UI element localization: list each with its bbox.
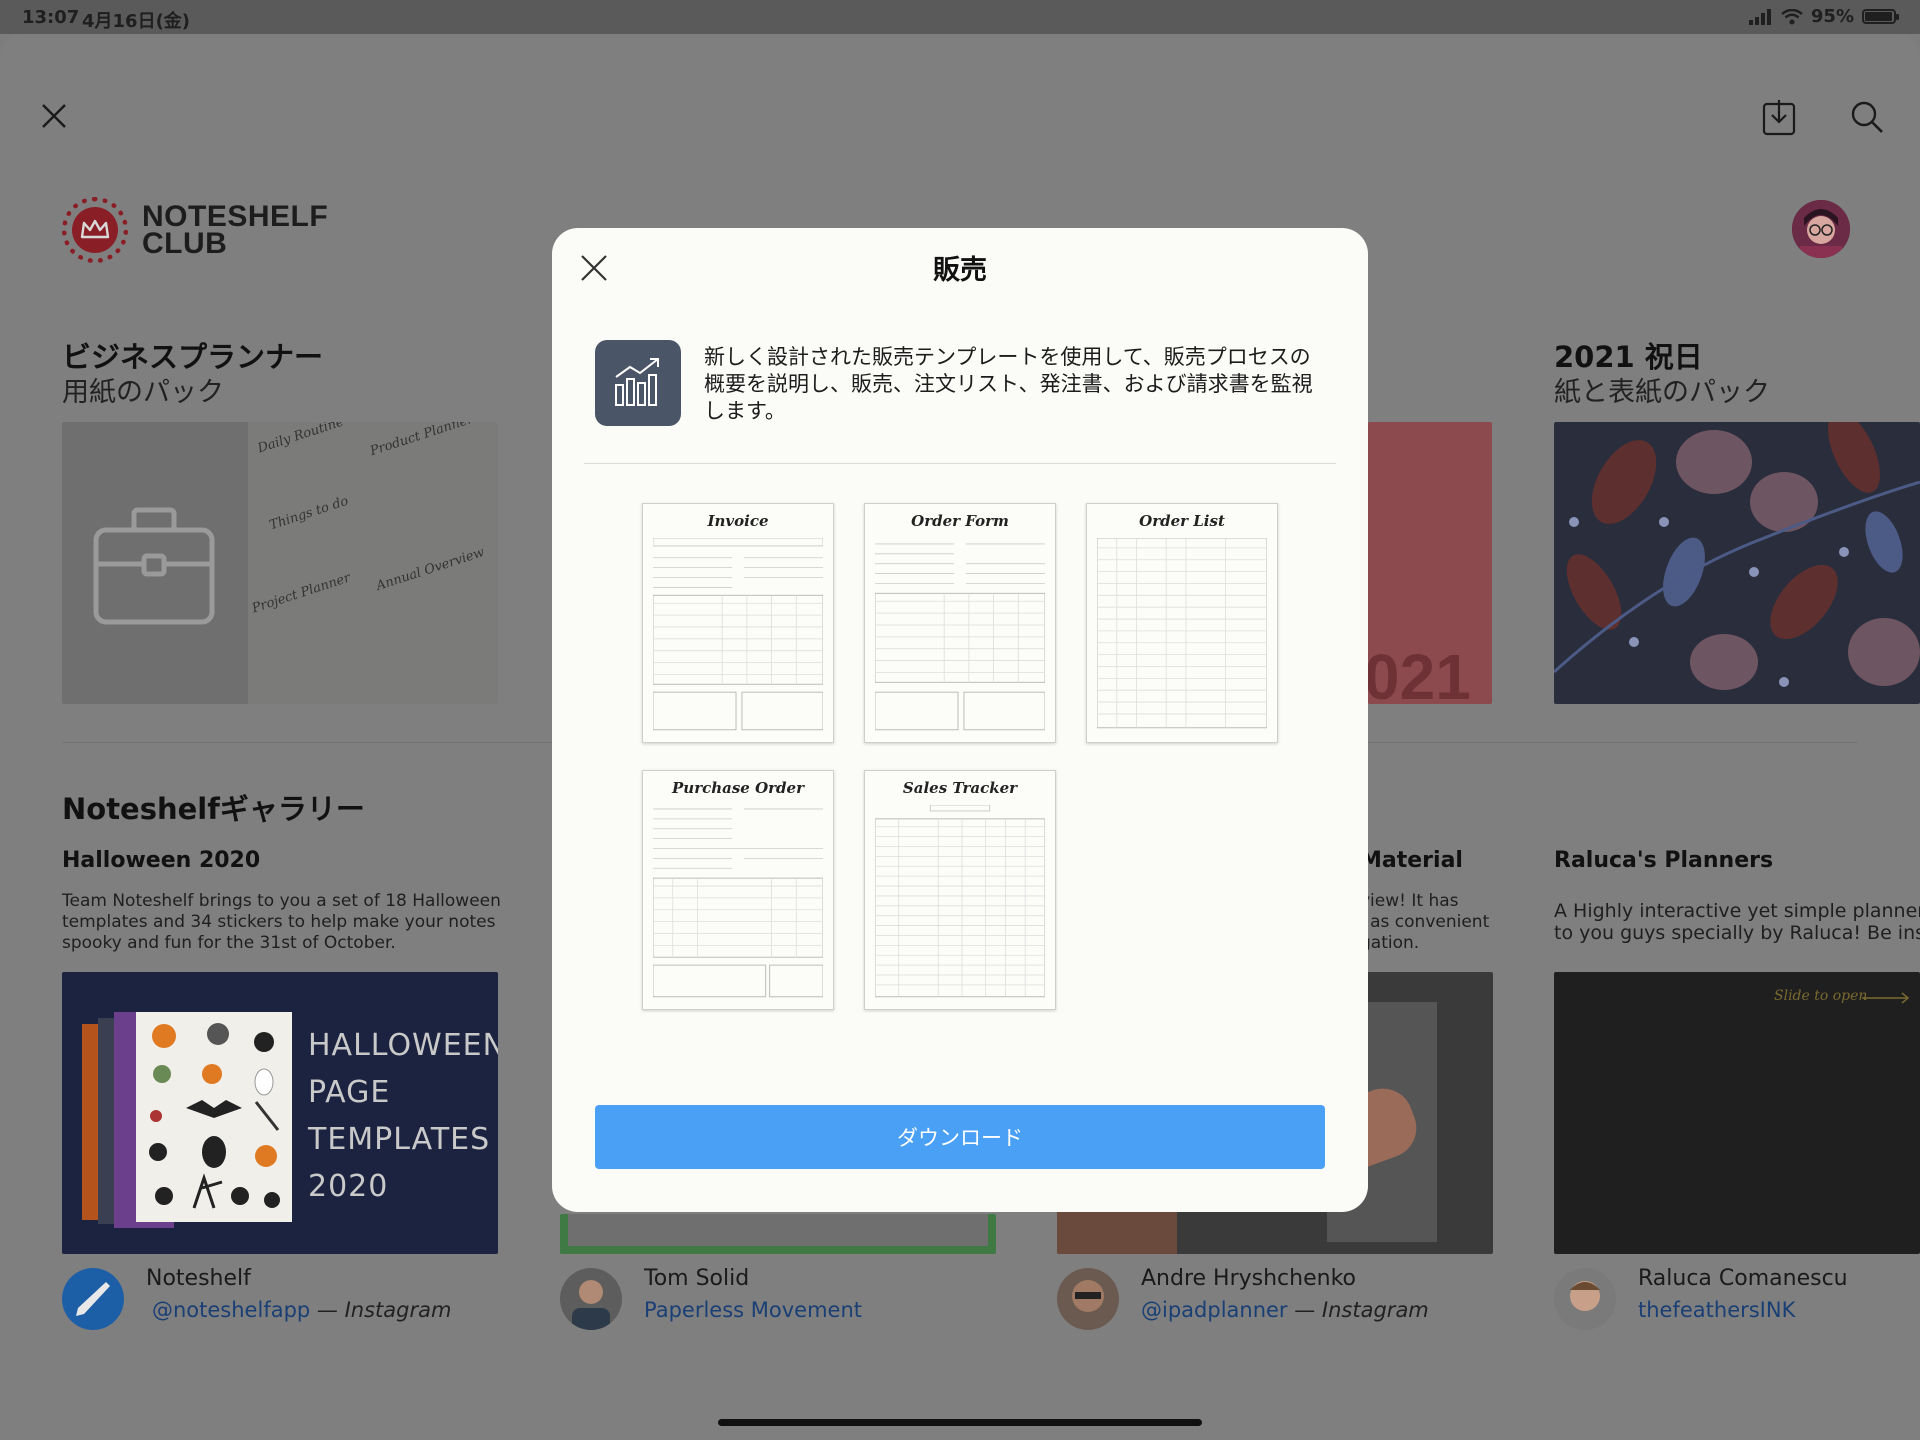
noteshelf-avatar[interactable] — [62, 1268, 124, 1330]
slide-to-open-label: Slide to open — [1774, 988, 1868, 1004]
download-button[interactable]: ダウンロード — [595, 1105, 1325, 1169]
template-title: Order List — [1139, 512, 1225, 530]
user-avatar[interactable] — [1792, 200, 1850, 258]
gallery-card-description: A Highly interactive yet simple planner … — [1554, 900, 1920, 944]
sales-category-icon — [595, 340, 681, 426]
author-handle-link[interactable]: Paperless Movement — [644, 1298, 862, 1322]
planner-page-label: Product Planner — [368, 422, 476, 460]
sales-template-modal: 販売 新しく設計された販売テンプレートを使用して、販売プロセスの概要を説明し、販… — [552, 228, 1368, 1212]
gallery-card-title: Halloween 2020 — [62, 848, 261, 873]
gallery-title: Noteshelfギャラリー — [62, 792, 365, 826]
author-name: Tom Solid — [644, 1266, 750, 1291]
status-date: 4月16日(金) — [82, 11, 191, 32]
battery-percent: 95% — [1810, 6, 1854, 27]
raluca-avatar[interactable] — [1554, 1268, 1616, 1330]
author-name: Noteshelf — [146, 1266, 251, 1291]
arrow-right-icon — [1862, 992, 1910, 1004]
order-form-preview — [875, 543, 1045, 731]
halloween-image-text: HALLOWEEN PAGE TEMPLATES 2020 — [308, 1028, 498, 1204]
holidays-subtitle: 紙と表紙のパック — [1554, 377, 1770, 408]
template-title: Invoice — [707, 512, 769, 530]
search-icon[interactable] — [1850, 100, 1884, 134]
sales-tracker-preview — [875, 805, 1045, 998]
status-bar: 13:07 4月16日(金) 95% — [0, 0, 1920, 34]
gallery-card-title: Material — [1360, 848, 1463, 873]
template-purchase-order[interactable]: Purchase Order — [642, 770, 834, 1010]
modal-title: 販売 — [933, 255, 987, 286]
invoice-form-preview — [653, 538, 823, 731]
planner-page-label: Project Planner — [250, 570, 353, 617]
purchase-order-preview — [653, 808, 823, 998]
bar-chart-icon — [615, 358, 659, 406]
battery-icon — [1862, 9, 1899, 24]
modal-divider — [584, 463, 1336, 464]
template-invoice[interactable]: Invoice — [642, 503, 834, 743]
status-time: 13:07 — [22, 7, 80, 28]
tom-solid-avatar[interactable] — [560, 1268, 622, 1330]
logo-line2: CLUB — [142, 227, 228, 260]
cellular-signal-icon — [1748, 8, 1771, 25]
wifi-icon — [1781, 8, 1803, 24]
planner-page-label: Things to do — [267, 493, 351, 534]
planner-pages-collage: Daily Routine Product Planner Things to … — [248, 422, 498, 704]
gallery-card-title: Raluca's Planners — [1554, 848, 1774, 873]
paperless-thumbnail[interactable] — [560, 1214, 996, 1254]
status-indicators: 95% — [1748, 6, 1899, 27]
gallery-card-description: Team Noteshelf brings to you a set of 18… — [62, 891, 501, 953]
template-order-list[interactable]: Order List — [1086, 503, 1278, 743]
crown-icon — [80, 219, 110, 239]
order-list-preview — [1097, 538, 1267, 729]
sticker-sheet — [136, 1012, 292, 1222]
briefcase-icon — [93, 507, 215, 625]
halloween-thumbnail[interactable]: HALLOWEEN PAGE TEMPLATES 2020 — [62, 972, 498, 1254]
template-sales-tracker[interactable]: Sales Tracker — [864, 770, 1056, 1010]
home-indicator[interactable] — [718, 1419, 1202, 1426]
planner-page-label: Daily Routine — [255, 422, 346, 457]
logo-line1: NOTESHELF — [142, 200, 329, 233]
author-name: Andre Hryshchenko — [1141, 1266, 1356, 1291]
download-icon[interactable] — [1762, 98, 1796, 136]
year-label: 021 — [1368, 641, 1471, 704]
andre-avatar[interactable] — [1057, 1268, 1119, 1330]
template-title: Sales Tracker — [902, 779, 1018, 797]
author-handle-link[interactable]: @ipadplanner — Instagram — [1141, 1298, 1429, 1322]
author-handle-link[interactable]: @noteshelfapp — Instagram — [152, 1298, 451, 1322]
noteshelf-club-logo: NOTESHELF CLUB — [62, 197, 328, 263]
acorn-pattern — [1554, 422, 1920, 690]
halloween-stickers — [149, 1023, 280, 1209]
author-name: Raluca Comanescu — [1638, 1266, 1848, 1291]
template-order-form[interactable]: Order Form — [864, 503, 1056, 743]
pen-icon — [76, 1282, 110, 1316]
holiday-card-thumbnail[interactable]: 021 — [1368, 422, 1492, 704]
author-handle-link[interactable]: thefeathersINK — [1638, 1298, 1795, 1322]
modal-description: 新しく設計された販売テンプレートを使用して、販売プロセスの概要を説明し、販売、注… — [704, 345, 1313, 423]
template-title: Order Form — [911, 512, 1009, 530]
holidays-pack-thumbnail[interactable] — [1554, 422, 1920, 704]
business-planner-thumbnail[interactable]: Daily Routine Product Planner Things to … — [62, 422, 498, 704]
business-planner-subtitle: 用紙のパック — [62, 377, 224, 408]
template-title: Purchase Order — [672, 779, 804, 797]
close-icon[interactable] — [40, 102, 68, 130]
crown-badge — [62, 197, 128, 263]
raluca-planner-thumbnail[interactable]: Slide to open — [1554, 972, 1920, 1254]
gallery-card-description: view! It has l as convenient gation. — [1360, 891, 1490, 953]
planner-page-label: Annual Overview — [374, 544, 487, 595]
